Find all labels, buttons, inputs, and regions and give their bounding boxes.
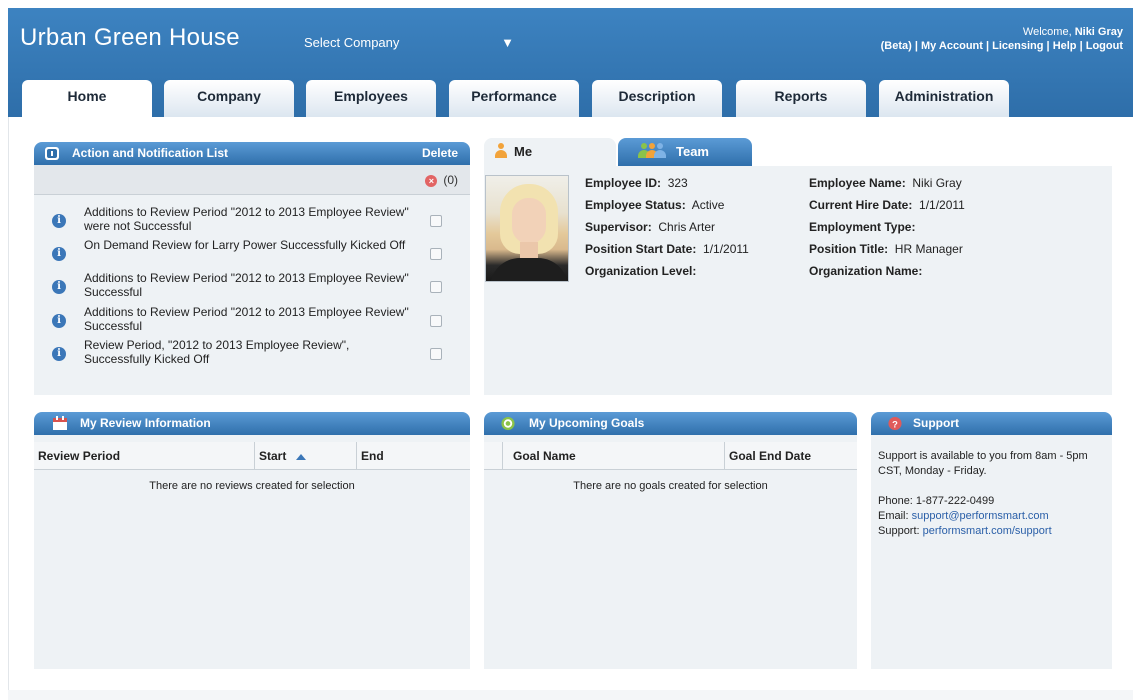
target-icon: [501, 416, 515, 431]
column-goal-name[interactable]: Goal Name: [502, 442, 724, 470]
licensing-link[interactable]: Licensing: [992, 40, 1043, 52]
user-name: Niki Gray: [1074, 26, 1123, 38]
column-start[interactable]: Start: [254, 442, 356, 470]
list-item: i On Demand Review for Larry Power Succe…: [34, 238, 470, 271]
help-icon: ?: [888, 416, 902, 431]
goals-header: My Upcoming Goals: [484, 412, 857, 435]
goals-title: My Upcoming Goals: [529, 416, 645, 430]
goals-body: [484, 435, 857, 669]
info-icon: i: [52, 247, 66, 261]
info-icon: i: [52, 347, 66, 361]
company-select[interactable]: Select Company ▼: [304, 35, 514, 53]
column-review-period[interactable]: Review Period: [34, 442, 254, 470]
support-text: Support is available to you from 8am - 5…: [878, 449, 1110, 539]
tab-home[interactable]: Home: [22, 80, 152, 117]
tab-performance[interactable]: Performance: [449, 80, 579, 117]
close-icon: ×: [425, 174, 438, 187]
reviews-title: My Review Information: [80, 416, 211, 430]
footer-bar: [8, 690, 1133, 700]
logout-link[interactable]: Logout: [1086, 40, 1123, 52]
company-select-value: Select Company: [304, 35, 400, 50]
calendar-icon: [53, 416, 67, 430]
notification-checkbox[interactable]: [430, 281, 442, 293]
employment-type-field: Employment Type:: [809, 220, 916, 234]
list-item: i Additions to Review Period "2012 to 20…: [34, 271, 470, 304]
notification-checkbox[interactable]: [430, 248, 442, 260]
employee-photo: [485, 175, 569, 282]
reviews-table-header: Review Period Start End: [34, 442, 470, 470]
list-item: i Additions to Review Period "2012 to 20…: [34, 205, 470, 238]
beta-link[interactable]: (Beta): [881, 40, 912, 52]
tab-reports[interactable]: Reports: [736, 80, 866, 117]
my-account-link[interactable]: My Account: [921, 40, 983, 52]
help-link[interactable]: Help: [1053, 40, 1077, 52]
org-name-field: Organization Name:: [809, 264, 923, 278]
reviews-empty-message: There are no reviews created for selecti…: [149, 480, 355, 492]
employee-id-field: Employee ID: 323: [585, 176, 688, 190]
support-title: Support: [913, 416, 959, 430]
delete-count: × (0): [425, 173, 458, 187]
notifications-icon: [45, 147, 59, 160]
notification-text: Additions to Review Period "2012 to 2013…: [84, 271, 409, 299]
tab-employees[interactable]: Employees: [306, 80, 436, 117]
support-email-link[interactable]: support@performsmart.com: [912, 510, 1049, 522]
chevron-down-icon[interactable]: ▼: [501, 35, 514, 50]
support-phone: Phone: 1-877-222-0499: [878, 495, 995, 507]
tab-team-label: Team: [676, 144, 709, 159]
org-level-field: Organization Level:: [585, 264, 697, 278]
tab-me-label: Me: [514, 144, 533, 159]
info-icon: i: [52, 214, 66, 228]
notification-text: Review Period, "2012 to 2013 Employee Re…: [84, 338, 350, 366]
user-welcome: Welcome, Niki Gray (Beta) | My Account |…: [881, 25, 1123, 53]
notification-checkbox[interactable]: [430, 215, 442, 227]
reviews-header: My Review Information: [34, 412, 470, 435]
notification-checkbox[interactable]: [430, 348, 442, 360]
account-links: (Beta) | My Account | Licensing | Help |…: [880, 40, 1123, 52]
profile-body: [484, 166, 1112, 395]
notification-checkbox[interactable]: [430, 315, 442, 327]
support-hours: Support is available to you from 8am - 5…: [878, 450, 1088, 477]
notifications-header: Action and Notification List Delete: [34, 142, 470, 165]
notifications-toolbar: × (0): [34, 165, 470, 195]
goals-table-header: Goal Name Goal End Date: [484, 442, 857, 470]
position-title-field: Position Title: HR Manager: [809, 242, 963, 256]
support-header: ? Support: [871, 412, 1112, 435]
welcome-prefix: Welcome,: [1022, 26, 1075, 38]
employee-name-field: Employee Name: Niki Gray: [809, 176, 962, 190]
list-item: i Review Period, "2012 to 2013 Employee …: [34, 338, 470, 371]
reviews-body: [34, 435, 470, 669]
column-end[interactable]: End: [356, 442, 470, 470]
delete-count-value: (0): [443, 173, 458, 187]
notification-text: On Demand Review for Larry Power Success…: [84, 238, 406, 252]
person-icon: [495, 143, 507, 158]
column-goal-end-date[interactable]: Goal End Date: [724, 442, 857, 470]
info-icon: i: [52, 314, 66, 328]
hire-date-field: Current Hire Date: 1/1/2011: [809, 198, 965, 212]
sort-ascending-icon: [296, 453, 307, 460]
delete-button[interactable]: Delete: [422, 142, 458, 164]
list-item: i Additions to Review Period "2012 to 20…: [34, 305, 470, 338]
svg-text:?: ?: [892, 419, 898, 429]
goals-empty-message: There are no goals created for selection: [573, 480, 768, 492]
tab-administration[interactable]: Administration: [879, 80, 1009, 117]
tab-team[interactable]: Team: [618, 138, 752, 166]
tab-description[interactable]: Description: [592, 80, 722, 117]
position-start-field: Position Start Date: 1/1/2011: [585, 242, 749, 256]
supervisor-field: Supervisor: Chris Arter: [585, 220, 716, 234]
support-site-link[interactable]: performsmart.com/support: [923, 525, 1052, 537]
notification-text: Additions to Review Period "2012 to 2013…: [84, 205, 409, 233]
employee-status-field: Employee Status: Active: [585, 198, 725, 212]
tab-me[interactable]: Me: [484, 138, 616, 166]
notifications-title: Action and Notification List: [72, 146, 228, 160]
info-icon: i: [52, 280, 66, 294]
app-title: Urban Green House: [20, 24, 240, 51]
tab-company[interactable]: Company: [164, 80, 294, 117]
notification-text: Additions to Review Period "2012 to 2013…: [84, 305, 409, 333]
